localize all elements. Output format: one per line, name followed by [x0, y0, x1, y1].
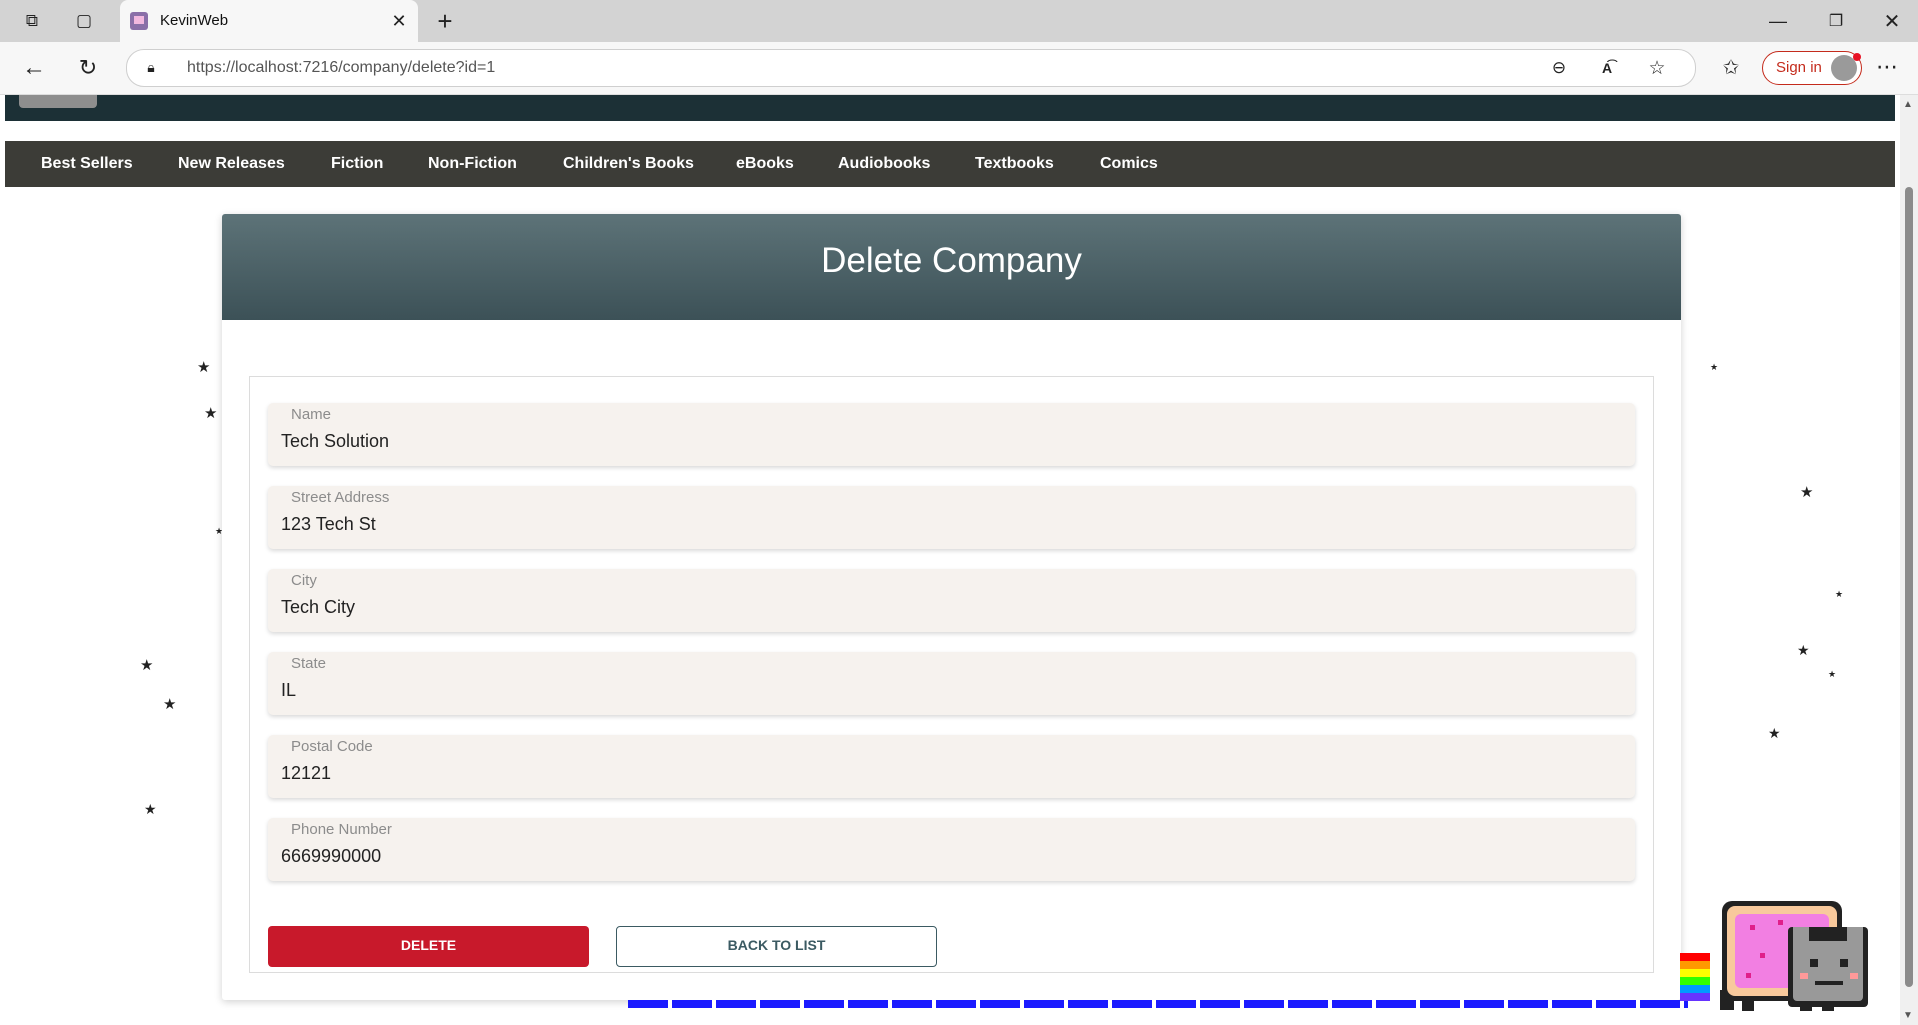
- star-icon: ★: [1797, 642, 1810, 658]
- workspaces-icon[interactable]: ⧉: [18, 8, 46, 34]
- new-tab-icon[interactable]: +: [430, 6, 460, 36]
- sign-in-button[interactable]: Sign in: [1762, 51, 1862, 85]
- card-header: Delete Company: [222, 214, 1681, 320]
- star-favorite-icon[interactable]: ☆: [1645, 56, 1669, 80]
- sign-in-label: Sign in: [1776, 59, 1822, 76]
- back-arrow-icon[interactable]: ←: [18, 52, 50, 84]
- star-icon: ★: [144, 801, 157, 817]
- scroll-up-icon[interactable]: ▲: [1903, 99, 1913, 110]
- star-icon: ★: [204, 405, 218, 422]
- name-field[interactable]: Name Tech Solution: [268, 403, 1635, 466]
- url-text[interactable]: https://localhost:7216/company/delete?id…: [187, 59, 495, 77]
- page-viewport: ★ ★ ★ ★ ★ ★ ★ ★ ★ ★ ★ ★ ★ ★ ★ ★ ★ Best S…: [0, 95, 1900, 1025]
- nav-item-ebooks[interactable]: eBooks: [736, 155, 794, 173]
- star-icon: ★: [197, 359, 211, 376]
- street-address-field[interactable]: Street Address 123 Tech St: [268, 486, 1635, 549]
- nyan-cat-icon: [1680, 901, 1868, 1011]
- star-icon: ★: [1835, 589, 1844, 599]
- window-close-icon[interactable]: ✕: [1874, 6, 1910, 36]
- browser-toolbar: ← ↻ 🔒︎ https://localhost:7216/company/de…: [0, 42, 1918, 95]
- company-form: Name Tech Solution Street Address 123 Te…: [249, 376, 1654, 973]
- browser-tab[interactable]: KevinWeb ✕: [120, 0, 418, 42]
- field-label: City: [291, 572, 317, 589]
- city-field[interactable]: City Tech City: [268, 569, 1635, 632]
- back-to-list-button[interactable]: BACK TO LIST: [616, 926, 937, 967]
- nav-item-audiobooks[interactable]: Audiobooks: [838, 155, 930, 173]
- favorites-icon[interactable]: ✩: [1716, 52, 1746, 82]
- field-label: Postal Code: [291, 738, 373, 755]
- field-label: Phone Number: [291, 821, 392, 838]
- restore-icon[interactable]: ❐: [1818, 6, 1854, 36]
- reload-icon[interactable]: ↻: [72, 52, 104, 84]
- vertical-scrollbar[interactable]: ▲ ▼: [1900, 95, 1918, 1025]
- star-icon: ★: [1710, 362, 1719, 372]
- zoom-out-icon[interactable]: ⊖: [1547, 56, 1571, 80]
- nav-item-comics[interactable]: Comics: [1100, 155, 1158, 173]
- tab-title: KevinWeb: [160, 12, 229, 29]
- scroll-down-icon[interactable]: ▼: [1903, 1010, 1913, 1021]
- main-nav: Best Sellers New Releases Fiction Non-Fi…: [5, 141, 1895, 187]
- lock-icon[interactable]: 🔒︎: [141, 57, 161, 77]
- star-icon: ★: [140, 657, 154, 674]
- delete-button-label: DELETE: [400, 937, 457, 953]
- nav-item-textbooks[interactable]: Textbooks: [975, 155, 1054, 173]
- close-tab-icon[interactable]: ✕: [386, 8, 412, 34]
- postal-code-field[interactable]: Postal Code 12121: [268, 735, 1635, 798]
- tab-actions-icon[interactable]: ▢: [70, 8, 98, 34]
- star-icon: ★: [1828, 669, 1837, 679]
- field-label: Name: [291, 406, 332, 423]
- nav-item-best-sellers[interactable]: Best Sellers: [41, 155, 133, 173]
- field-value: IL: [281, 680, 297, 700]
- scrollbar-thumb[interactable]: [1905, 187, 1913, 987]
- star-icon: ★: [1768, 725, 1781, 741]
- address-bar[interactable]: 🔒︎ https://localhost:7216/company/delete…: [126, 49, 1696, 87]
- site-header: [5, 95, 1895, 121]
- nav-item-new-releases[interactable]: New Releases: [178, 155, 285, 173]
- read-aloud-icon[interactable]: A͡: [1595, 56, 1619, 80]
- site-favicon-icon: [130, 12, 148, 30]
- page-title: Delete Company: [821, 241, 1082, 280]
- site-logo[interactable]: [19, 95, 97, 108]
- back-to-list-label: BACK TO LIST: [727, 937, 826, 953]
- nav-item-childrens-books[interactable]: Children's Books: [563, 155, 694, 173]
- cat-trail: [628, 1000, 1688, 1008]
- field-label: Street Address: [291, 489, 390, 506]
- field-value: Tech Solution: [281, 431, 390, 451]
- delete-button[interactable]: DELETE: [268, 926, 589, 967]
- field-value: Tech City: [281, 597, 356, 617]
- star-icon: ★: [1800, 484, 1814, 501]
- state-field[interactable]: State IL: [268, 652, 1635, 715]
- nav-item-non-fiction[interactable]: Non-Fiction: [428, 155, 517, 173]
- browser-tab-strip: ⧉ ▢ KevinWeb ✕ + — ❐ ✕: [0, 0, 1918, 42]
- phone-number-field[interactable]: Phone Number 6669990000: [268, 818, 1635, 881]
- nav-item-fiction[interactable]: Fiction: [331, 155, 383, 173]
- field-value: 12121: [281, 763, 332, 783]
- field-value: 123 Tech St: [281, 514, 376, 534]
- star-icon: ★: [163, 696, 177, 713]
- more-options-icon[interactable]: ⋯: [1872, 52, 1902, 82]
- delete-company-card: Delete Company Name Tech Solution Street…: [222, 214, 1681, 1000]
- field-value: 6669990000: [281, 846, 382, 866]
- field-label: State: [291, 655, 327, 672]
- minimize-icon[interactable]: —: [1760, 6, 1796, 36]
- notification-dot-icon: [1853, 53, 1861, 61]
